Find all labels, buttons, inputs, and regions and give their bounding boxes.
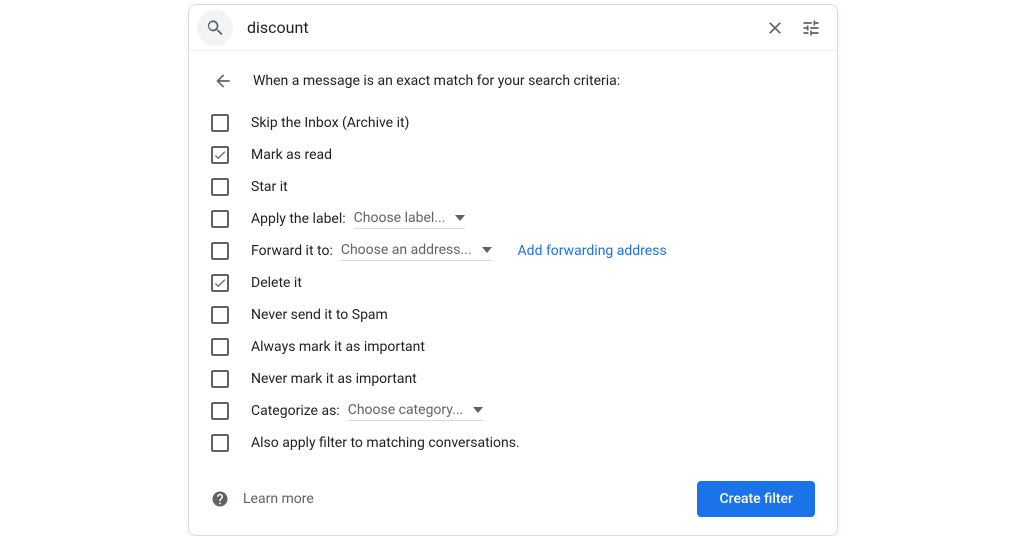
close-icon — [765, 18, 785, 38]
option-never-spam: Never send it to Spam — [211, 299, 815, 331]
search-options-button[interactable] — [793, 10, 829, 46]
checkbox-never-important[interactable] — [211, 370, 229, 388]
checkbox-never-spam[interactable] — [211, 306, 229, 324]
option-never-important: Never mark it as important — [211, 363, 815, 395]
option-label: Skip the Inbox (Archive it) — [251, 115, 409, 131]
option-label: Mark as read — [251, 147, 332, 163]
search-input[interactable] — [233, 18, 757, 37]
select-placeholder: Choose an address... — [341, 242, 472, 258]
checkbox-apply-label[interactable] — [211, 210, 229, 228]
option-always-important: Always mark it as important — [211, 331, 815, 363]
checkbox-always-important[interactable] — [211, 338, 229, 356]
filter-panel: When a message is an exact match for you… — [188, 4, 838, 536]
option-label: Star it — [251, 179, 288, 195]
create-filter-button[interactable]: Create filter — [697, 481, 815, 517]
checkbox-skip-inbox[interactable] — [211, 114, 229, 132]
option-also-apply: Also apply filter to matching conversati… — [211, 427, 815, 459]
caret-down-icon — [455, 213, 465, 223]
option-categorize: Categorize as: Choose category... — [211, 395, 815, 427]
select-placeholder: Choose label... — [354, 210, 446, 226]
option-label: Categorize as: — [251, 403, 340, 419]
learn-more-link[interactable]: Learn more — [211, 490, 314, 508]
option-label: Delete it — [251, 275, 302, 291]
option-label: Never send it to Spam — [251, 307, 388, 323]
help-icon — [211, 490, 229, 508]
forward-select[interactable]: Choose an address... — [341, 242, 492, 261]
back-button[interactable] — [211, 69, 235, 93]
search-icon-button[interactable] — [197, 10, 233, 46]
categorize-select[interactable]: Choose category... — [348, 402, 484, 421]
search-bar — [189, 5, 837, 51]
learn-more-text: Learn more — [243, 491, 314, 507]
checkbox-mark-read[interactable] — [211, 146, 229, 164]
option-label: Forward it to: — [251, 243, 333, 259]
caret-down-icon — [482, 245, 492, 255]
option-label: Always mark it as important — [251, 339, 425, 355]
option-forward: Forward it to: Choose an address... Add … — [211, 235, 815, 267]
clear-button[interactable] — [757, 10, 793, 46]
select-placeholder: Choose category... — [348, 402, 464, 418]
apply-label-select[interactable]: Choose label... — [354, 210, 466, 229]
option-star: Star it — [211, 171, 815, 203]
checkbox-also-apply[interactable] — [211, 434, 229, 452]
arrow-left-icon — [213, 71, 233, 91]
checkbox-categorize[interactable] — [211, 402, 229, 420]
checkbox-delete[interactable] — [211, 274, 229, 292]
filter-body: When a message is an exact match for you… — [189, 51, 837, 535]
checkbox-star[interactable] — [211, 178, 229, 196]
search-icon — [205, 18, 225, 38]
filter-footer: Learn more Create filter — [211, 481, 815, 517]
option-delete: Delete it — [211, 267, 815, 299]
option-mark-read: Mark as read — [211, 139, 815, 171]
tune-icon — [801, 18, 821, 38]
checkbox-forward[interactable] — [211, 242, 229, 260]
option-apply-label: Apply the label: Choose label... — [211, 203, 815, 235]
caret-down-icon — [473, 405, 483, 415]
option-label: Never mark it as important — [251, 371, 417, 387]
option-label: Also apply filter to matching conversati… — [251, 435, 520, 451]
option-skip-inbox: Skip the Inbox (Archive it) — [211, 107, 815, 139]
filter-heading: When a message is an exact match for you… — [253, 73, 620, 89]
option-label: Apply the label: — [251, 211, 346, 227]
filter-options: Skip the Inbox (Archive it) Mark as read… — [211, 107, 815, 459]
add-forwarding-address-link[interactable]: Add forwarding address — [518, 243, 667, 259]
